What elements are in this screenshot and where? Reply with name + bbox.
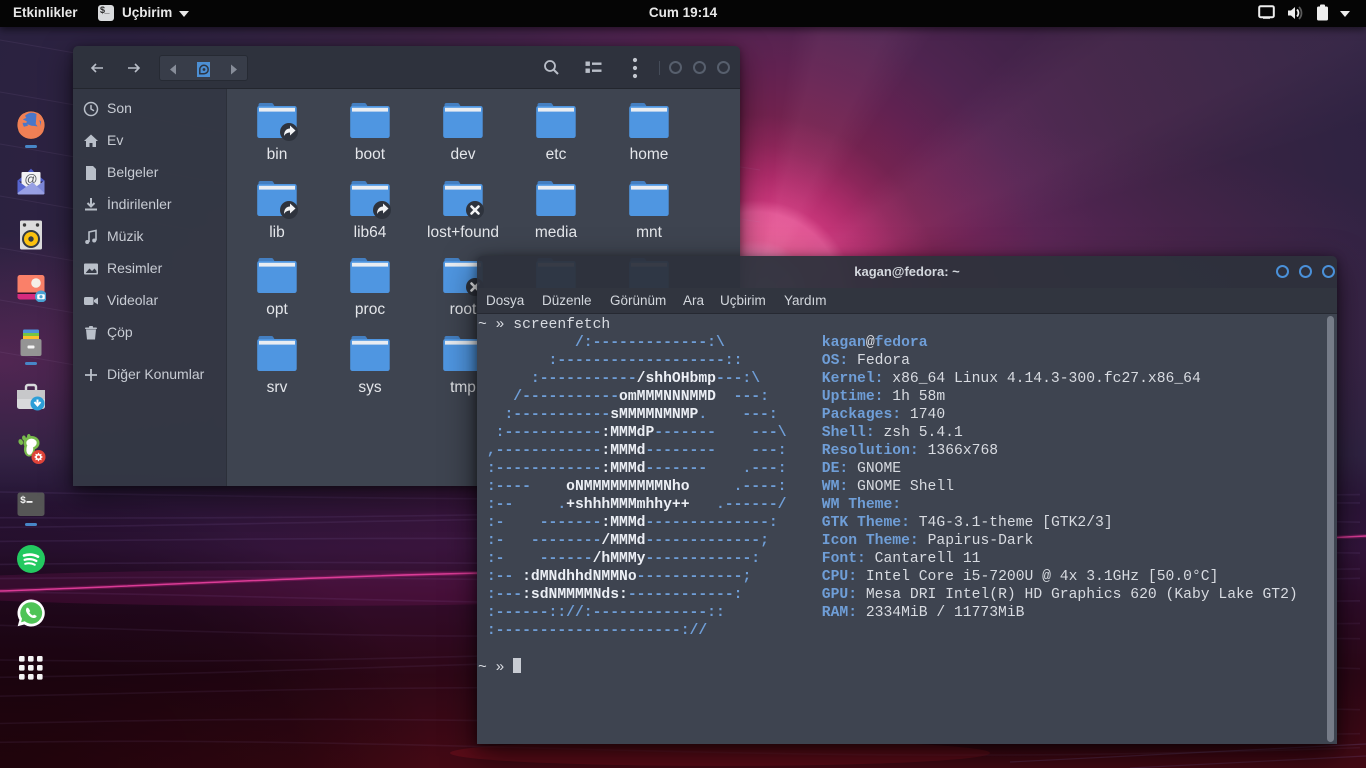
svg-text:$: $ — [20, 495, 26, 507]
